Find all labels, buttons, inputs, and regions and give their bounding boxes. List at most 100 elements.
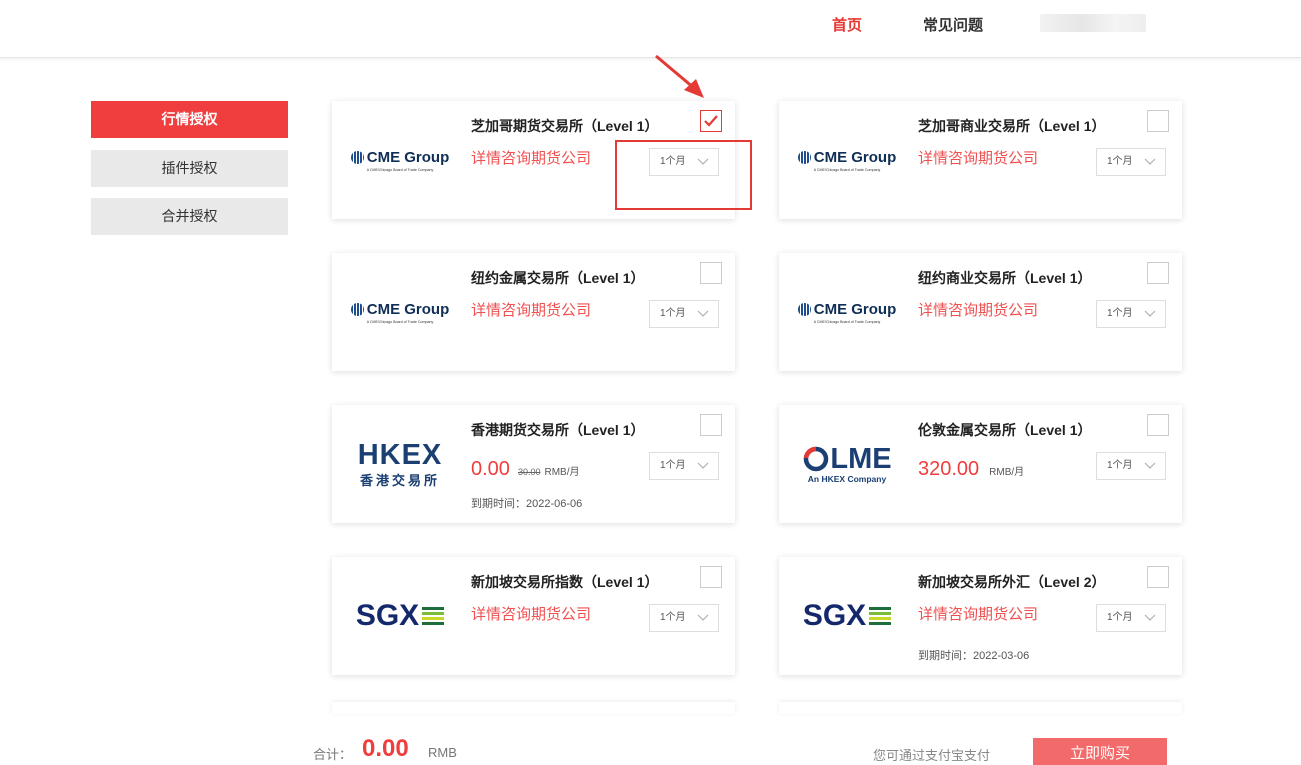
globe-icon	[797, 150, 811, 164]
price-original: 30.00	[517, 467, 541, 477]
logo-name: SGX	[802, 599, 867, 632]
consult-link[interactable]: 详情咨询期货公司	[918, 147, 1038, 168]
product-card: CME Group A CME/Chicago Board of Trade C…	[779, 101, 1182, 219]
total-value: 0.00	[362, 735, 409, 762]
consult-link[interactable]: 详情咨询期货公司	[918, 603, 1038, 624]
logo-name: SGX	[355, 599, 420, 632]
price-current: 320.00	[918, 458, 980, 480]
card-title: 新加坡交易所指数（Level 1）	[471, 574, 659, 590]
logo-tagline: 香港交易所	[359, 472, 440, 488]
card-checkbox[interactable]	[700, 110, 722, 132]
card-title: 伦敦金属交易所（Level 1）	[918, 422, 1092, 438]
product-card: SGX 新加坡交易所指数（Level 1） 详情咨询期货公司 1个月	[332, 557, 735, 675]
chevron-down-icon	[697, 462, 709, 469]
card-checkbox[interactable]	[1147, 262, 1169, 284]
consult-link[interactable]: 详情咨询期货公司	[471, 147, 591, 168]
duration-select[interactable]: 1个月	[649, 452, 719, 480]
price-unit: RMB/月	[544, 467, 580, 478]
logo-tagline: An HKEX Company	[807, 474, 887, 484]
duration-value: 1个月	[1107, 308, 1133, 319]
duration-select[interactable]: 1个月	[1096, 452, 1166, 480]
buy-now-button[interactable]: 立即购买	[1033, 738, 1167, 765]
sgx-logo: SGX	[787, 571, 907, 661]
consult-link[interactable]: 详情咨询期货公司	[918, 299, 1038, 320]
duration-value: 1个月	[1107, 612, 1133, 623]
duration-value: 1个月	[1107, 460, 1133, 471]
annotation-highlight-box	[615, 140, 752, 210]
top-navigation: 首页 常见问题	[0, 0, 1301, 58]
sgx-logo: SGX	[340, 571, 460, 661]
duration-select[interactable]: 1个月	[1096, 604, 1166, 632]
card-title: 新加坡交易所外汇（Level 2）	[918, 574, 1106, 590]
price: 320.00 RMB/月	[918, 458, 1024, 481]
cme-logo: CME Group A CME/Chicago Board of Trade C…	[787, 267, 907, 357]
logo-name: CME Group	[813, 148, 897, 166]
logo-name: CME Group	[366, 148, 450, 166]
total-currency: RMB	[428, 745, 457, 760]
expire-date: 到期时间：2022-03-06	[918, 650, 1030, 662]
duration-value: 1个月	[660, 460, 686, 471]
lme-logo: LME An HKEX Company	[787, 419, 907, 509]
product-card: HKEX 香港交易所 香港期货交易所（Level 1） 0.00 30.00 RMB…	[332, 405, 735, 523]
card-checkbox[interactable]	[1147, 110, 1169, 132]
logo-name: HKEX	[357, 438, 443, 471]
duration-select[interactable]: 1个月	[1096, 148, 1166, 176]
chevron-down-icon	[1144, 614, 1156, 621]
chevron-down-icon	[1144, 310, 1156, 317]
card-checkbox[interactable]	[1147, 566, 1169, 588]
nav-home-link[interactable]: 首页	[832, 14, 862, 35]
sidebar-item-plugin-auth[interactable]: 插件授权	[91, 150, 288, 187]
sidebar-item-combined-auth[interactable]: 合并授权	[91, 198, 288, 235]
nav-faq-link[interactable]: 常见问题	[923, 14, 983, 35]
logo-name: CME Group	[813, 300, 897, 318]
chevron-down-icon	[697, 614, 709, 621]
consult-link[interactable]: 详情咨询期货公司	[471, 299, 591, 320]
cme-logo: CME Group A CME/Chicago Board of Trade C…	[340, 267, 460, 357]
total-label: 合计：	[313, 747, 353, 762]
sgx-stripes-icon	[422, 607, 445, 625]
checkmark-icon	[704, 115, 718, 127]
expire-date: 到期时间：2022-06-06	[471, 498, 583, 510]
card-title: 纽约金属交易所（Level 1）	[471, 270, 645, 286]
card-title: 纽约商业交易所（Level 1）	[918, 270, 1092, 286]
card-checkbox[interactable]	[700, 262, 722, 284]
price: 0.00 30.00 RMB/月	[471, 458, 579, 481]
product-card-partial	[779, 702, 1182, 714]
globe-icon	[350, 302, 364, 316]
duration-select[interactable]: 1个月	[1096, 300, 1166, 328]
price-unit: RMB/月	[989, 467, 1025, 478]
duration-value: 1个月	[1107, 156, 1133, 167]
logo-name: CME Group	[366, 300, 450, 318]
hkex-logo: HKEX 香港交易所	[340, 419, 460, 509]
payment-hint: 您可通过支付宝支付	[873, 748, 991, 763]
chevron-down-icon	[697, 310, 709, 317]
duration-select[interactable]: 1个月	[649, 300, 719, 328]
chevron-down-icon	[1144, 158, 1156, 165]
card-checkbox[interactable]	[700, 566, 722, 588]
globe-icon	[797, 302, 811, 316]
product-card: SGX 新加坡交易所外汇（Level 2） 详情咨询期货公司 到期时间：2022…	[779, 557, 1182, 675]
duration-select[interactable]: 1个月	[649, 604, 719, 632]
consult-link[interactable]: 详情咨询期货公司	[471, 603, 591, 624]
card-title: 芝加哥期货交易所（Level 1）	[471, 118, 659, 134]
duration-value: 1个月	[660, 612, 686, 623]
product-card-partial	[332, 702, 735, 714]
globe-icon	[350, 150, 364, 164]
logo-tagline: A CME/Chicago Board of Trade Company	[366, 167, 434, 172]
cme-logo: CME Group A CME/Chicago Board of Trade C…	[340, 115, 460, 205]
annotation-arrow-icon	[655, 54, 704, 98]
card-checkbox[interactable]	[1147, 414, 1169, 436]
product-card: LME An HKEX Company 伦敦金属交易所（Level 1） 320…	[779, 405, 1182, 523]
price-current: 0.00	[471, 458, 510, 480]
sgx-stripes-icon	[869, 607, 892, 625]
logo-tagline: A CME/Chicago Board of Trade Company	[813, 167, 881, 172]
card-checkbox[interactable]	[700, 414, 722, 436]
user-account-blurred[interactable]	[1040, 14, 1146, 32]
cme-logo: CME Group A CME/Chicago Board of Trade C…	[787, 115, 907, 205]
lme-circle-icon	[804, 446, 829, 472]
duration-value: 1个月	[660, 308, 686, 319]
sidebar-item-market-auth[interactable]: 行情授权	[91, 101, 288, 138]
card-title: 香港期货交易所（Level 1）	[471, 422, 645, 438]
logo-tagline: A CME/Chicago Board of Trade Company	[366, 319, 434, 324]
chevron-down-icon	[1144, 462, 1156, 469]
